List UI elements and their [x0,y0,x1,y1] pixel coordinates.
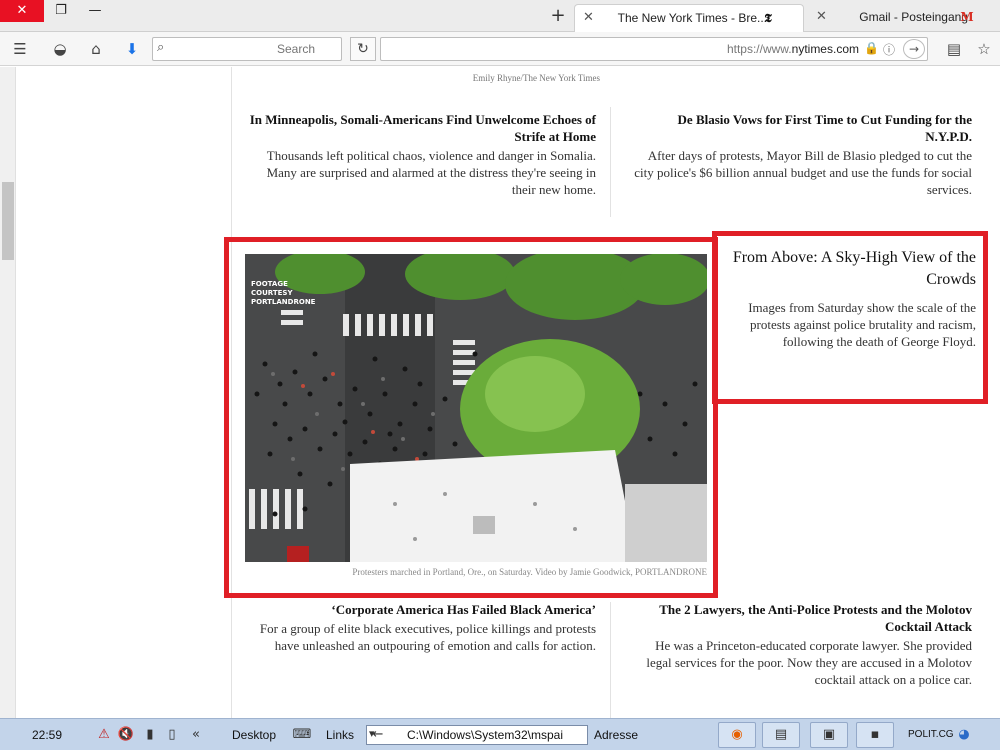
story-corporate-america[interactable]: ‘Corporate America Has Failed Black Amer… [246,601,596,654]
column-divider [610,107,611,217]
story-headline[interactable]: In Minneapolis, Somali-Americans Find Un… [246,111,596,145]
url-text[interactable]: https://www.nytimes.com [727,42,859,56]
photo-caption: Protesters marched in Portland, Ore., on… [352,567,707,577]
feature-headline[interactable]: From Above: A Sky-High View of the Crowd… [724,247,976,291]
address-toolbar-label: Adresse [594,728,639,742]
nyt-favicon-icon: 𝕿 [764,11,772,25]
reader-view-icon[interactable]: ▤ [942,37,966,61]
start-button-label[interactable]: POLIT.CG [908,724,954,746]
story-summary: For a group of elite black executives, p… [259,621,596,653]
page-content[interactable]: Emily Rhyne/The New York Times De Blasio… [0,67,1000,718]
address-value[interactable]: C:\Windows\System32\mspai [407,728,563,742]
story-lawyers[interactable]: The 2 Lawyers, the Anti-Police Protests … [628,601,972,688]
links-toolbar-label[interactable]: Links [326,724,354,746]
battery-icon[interactable]: ▯ [162,725,182,745]
window-minimize-button[interactable]: — [78,0,112,22]
tab-label: The New York Times - Bre... [617,11,767,25]
feature-summary: Images from Saturday show the scale of t… [748,300,976,349]
windows-taskbar: 22:59 ⚠ 🔇 ▮ ▯ « Desktop ⌨ Links ▾ C:\Win… [0,718,1000,750]
taskbar-address-input[interactable]: ▾ C:\Windows\System32\mspai [366,725,588,745]
download-icon[interactable]: ⬇ [120,37,144,61]
tray-arrow-icon[interactable]: « [186,725,206,745]
url-scheme: https://www. [726,42,792,56]
url-domain: nytimes.com [791,42,859,56]
menu-icon[interactable]: ☰ [8,37,32,61]
tab-close-icon[interactable]: ✕ [816,4,827,30]
desktop-toolbar-label[interactable]: Desktop [232,724,276,746]
reload-button[interactable]: ↻ [350,37,376,61]
window-close-button[interactable]: ✕ [0,0,44,22]
search-box[interactable]: ⌕ [152,37,342,61]
tab-label: Gmail - Posteingang [859,10,968,24]
notepad-taskbar-button[interactable]: ▤ [762,722,800,748]
story-feature[interactable]: From Above: A Sky-High View of the Crowd… [724,247,976,350]
go-arrow-icon[interactable]: ← [368,725,388,745]
navigation-toolbar: ☰ ◒ ⌂ ⬇ ⌕ ↻ https://www.nytimes.com 🔒 ⓘ … [0,32,1000,66]
keyboard-icon[interactable]: ⌨ [292,725,312,745]
taskbar-clock[interactable]: 22:59 [32,724,62,746]
column-divider [610,602,611,718]
cmd-taskbar-button[interactable]: ▪ [856,722,894,748]
volume-icon[interactable]: 🔇 [116,725,136,745]
tab-close-icon[interactable]: ✕ [583,5,594,31]
photo-credit: Emily Rhyne/The New York Times [472,73,600,83]
story-headline[interactable]: De Blasio Vows for First Time to Cut Fun… [628,111,972,145]
go-forward-icon[interactable]: → [903,39,925,59]
feature-video-thumbnail[interactable]: FOOTAGE COURTESY PORTLANDRONE [245,254,707,562]
pocket-icon[interactable]: ◒ [48,37,72,61]
tab-bar: ✕ ❐ — + ✕ The New York Times - Bre... 𝕿 … [0,0,1000,32]
window-restore-button[interactable]: ❐ [44,0,78,22]
story-summary: Thousands left political chaos, violence… [266,148,596,197]
start-orb-icon[interactable]: ◕ [954,725,974,745]
firefox-taskbar-button[interactable]: ◉ [718,722,756,748]
gmail-favicon-icon: M [960,10,974,24]
address-bar[interactable]: https://www.nytimes.com 🔒 ⓘ → [380,37,928,61]
tab-nytimes[interactable]: ✕ The New York Times - Bre... 𝕿 [574,4,804,32]
scrollbar-thumb[interactable] [2,182,14,260]
signal-icon[interactable]: ▮ [140,725,160,745]
search-icon: ⌕ [157,40,165,55]
lock-icon[interactable]: 🔒 [864,41,879,55]
story-headline[interactable]: ‘Corporate America Has Failed Black Amer… [246,601,596,618]
story-minneapolis[interactable]: In Minneapolis, Somali-Americans Find Un… [246,111,596,198]
info-icon[interactable]: ⓘ [883,41,895,58]
story-de-blasio[interactable]: De Blasio Vows for First Time to Cut Fun… [628,111,972,198]
story-summary: He was a Princeton-educated corporate la… [646,638,972,687]
story-summary: After days of protests, Mayor Bill de Bl… [634,148,972,197]
new-tab-button[interactable]: + [547,4,569,28]
video-watermark: FOOTAGE COURTESY PORTLANDRONE [251,280,316,306]
home-icon[interactable]: ⌂ [84,37,108,61]
tab-gmail[interactable]: ✕ Gmail - Posteingang M [808,4,998,32]
remote-desktop-taskbar-button[interactable]: ▣ [810,722,848,748]
story-headline[interactable]: The 2 Lawyers, the Anti-Police Protests … [628,601,972,635]
bookmark-star-icon[interactable]: ☆ [972,37,996,61]
search-input[interactable] [175,40,315,58]
network-icon[interactable]: ⚠ [94,725,114,745]
vertical-scrollbar[interactable] [0,67,16,718]
